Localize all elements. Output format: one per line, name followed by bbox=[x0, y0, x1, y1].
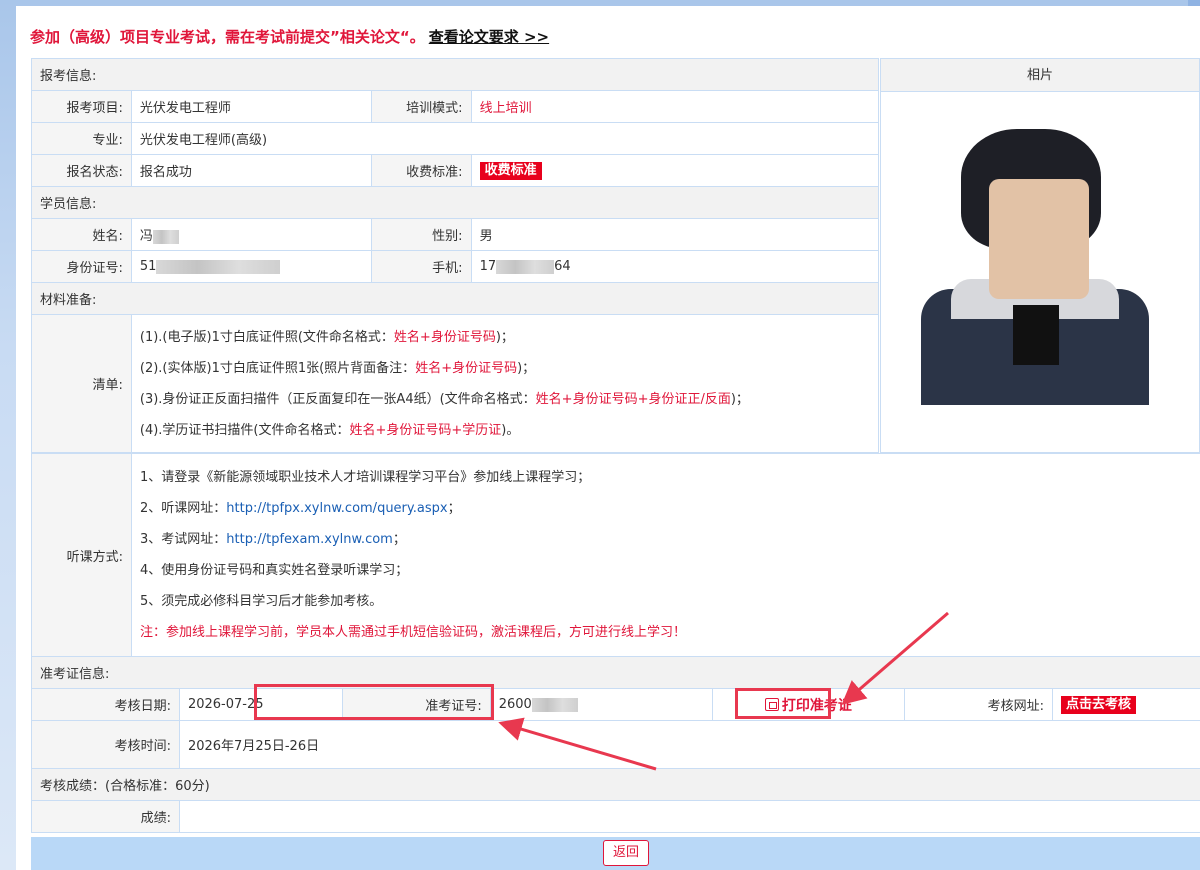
footer-bar: 返回 bbox=[31, 837, 1200, 870]
notice-text: 参加（高级）项目专业考试，需在考试前提交”相关论文“。 bbox=[30, 28, 425, 46]
exam-time-value: 2026年7月25日-26日 bbox=[178, 720, 1200, 769]
exam-ticket-table: 准考证信息: 考核日期: 2026-07-25 准考证号: 2600 打印准考证… bbox=[31, 656, 1200, 833]
id-value: 51 bbox=[139, 259, 157, 274]
fee-standard-button[interactable]: 收费标准 bbox=[479, 161, 542, 180]
status-value: 报名成功 bbox=[130, 154, 372, 187]
method-line-5: 5、须完成必修科目学习后才能参加考核。 bbox=[140, 594, 383, 609]
exam-section-title: 准考证信息: bbox=[31, 656, 1200, 689]
method-line-1: 1、请登录《新能源领域职业技术人才培训课程学习平台》参加线上课程学习； bbox=[140, 470, 591, 485]
ticket-number-cell: 2600 bbox=[489, 688, 713, 721]
student-photo bbox=[921, 119, 1149, 405]
project-value: 光伏发电工程师 bbox=[130, 90, 372, 123]
status-label: 报名状态: bbox=[31, 154, 132, 187]
name-cell: 冯 bbox=[130, 218, 372, 251]
materials-list-label: 清单: bbox=[31, 314, 132, 453]
material-item: (1).(电子版)1寸白底证件照(文件命名格式：姓名+身份证号码)； bbox=[139, 329, 514, 345]
phone-redaction bbox=[496, 259, 555, 274]
method-line-2: 2、听课网址：http://tpfpx.xylnw.com/query.aspx… bbox=[140, 501, 461, 516]
print-cell: 打印准考证 bbox=[711, 688, 906, 721]
name-value: 冯 bbox=[139, 229, 153, 244]
materials-section-title: 材料准备: bbox=[31, 282, 879, 315]
fee-label: 收费标准: bbox=[370, 154, 472, 187]
material-item: (3).身份证正反面扫描件（正反面复印在一张A4纸）(文件命名格式：姓名+身份证… bbox=[139, 391, 749, 407]
paper-requirements-link[interactable]: 查看论文要求 >> bbox=[429, 28, 549, 46]
score-value bbox=[178, 800, 1200, 833]
project-label: 报考项目: bbox=[31, 90, 132, 123]
id-redaction bbox=[156, 259, 281, 274]
material-item: (2).(实体版)1寸白底证件照1张(照片背面备注：姓名+身份证号码)； bbox=[139, 360, 536, 376]
exam-date-label: 考核日期: bbox=[31, 688, 180, 721]
score-label: 成绩: bbox=[31, 800, 180, 833]
ticket-number-label: 准考证号: bbox=[341, 688, 491, 721]
paper-notice: 参加（高级）项目专业考试，需在考试前提交”相关论文“。 查看论文要求 >> bbox=[30, 26, 549, 47]
exam-url-label: 考核网址: bbox=[904, 688, 1053, 721]
print-ticket-button[interactable]: 打印准考证 bbox=[764, 697, 852, 714]
exam-url-link[interactable]: http://tpfexam.xylnw.com bbox=[226, 532, 393, 547]
id-cell: 51 bbox=[130, 250, 372, 283]
material-item: (4).学历证书扫描件(文件命名格式：姓名+身份证号码+学历证)。 bbox=[139, 422, 520, 438]
mode-value: 线上培训 bbox=[470, 90, 880, 123]
back-button[interactable]: 返回 bbox=[603, 840, 649, 866]
phone-prefix: 17 bbox=[479, 259, 497, 274]
gender-value: 男 bbox=[470, 218, 880, 251]
phone-suffix: 64 bbox=[554, 259, 571, 274]
ticket-redaction bbox=[531, 697, 578, 712]
exam-date-value: 2026-07-25 bbox=[178, 688, 343, 721]
method-note: 注：参加线上课程学习前，学员本人需通过手机短信验证码，激活课程后，方可进行线上学… bbox=[140, 625, 687, 640]
major-label: 专业: bbox=[31, 122, 132, 155]
study-method-list: 1、请登录《新能源领域职业技术人才培训课程学习平台》参加线上课程学习； 2、听课… bbox=[131, 453, 1200, 657]
signup-section-title: 报考信息: bbox=[31, 58, 879, 91]
student-section-title: 学员信息: bbox=[31, 186, 879, 219]
method-line-4: 4、使用身份证号码和真实姓名登录听课学习； bbox=[140, 563, 409, 578]
printer-icon bbox=[764, 697, 779, 711]
ticket-number-value: 2600 bbox=[498, 697, 532, 712]
course-url-link[interactable]: http://tpfpx.xylnw.com/query.aspx bbox=[226, 501, 447, 516]
study-method-label: 听课方式: bbox=[31, 453, 132, 657]
go-to-exam-button[interactable]: 点击去考核 bbox=[1060, 695, 1136, 714]
study-method-table: 听课方式: 1、请登录《新能源领域职业技术人才培训课程学习平台》参加线上课程学习… bbox=[31, 453, 1200, 657]
materials-list: (1).(电子版)1寸白底证件照(文件命名格式：姓名+身份证号码)； (2).(… bbox=[130, 314, 880, 453]
fee-cell: 收费标准 bbox=[470, 154, 880, 187]
name-redaction bbox=[152, 229, 179, 244]
mode-label: 培训模式: bbox=[370, 90, 472, 123]
photo-header: 相片 bbox=[881, 59, 1199, 92]
phone-label: 手机: bbox=[370, 250, 472, 283]
exam-info-panel: 参加（高级）项目专业考试，需在考试前提交”相关论文“。 查看论文要求 >> 报考信… bbox=[16, 6, 1200, 870]
score-section-title: 考核成绩：(合格标准：60分) bbox=[31, 768, 1200, 801]
major-value: 光伏发电工程师(高级) bbox=[130, 122, 880, 155]
photo-panel: 相片 bbox=[880, 58, 1200, 453]
exam-time-label: 考核时间: bbox=[31, 720, 180, 769]
phone-cell: 17 64 bbox=[470, 250, 880, 283]
gender-label: 性别: bbox=[370, 218, 472, 251]
name-label: 姓名: bbox=[31, 218, 132, 251]
exam-url-cell: 点击去考核 bbox=[1051, 688, 1200, 721]
method-line-3: 3、考试网址：http://tpfexam.xylnw.com； bbox=[140, 532, 406, 547]
signup-info-table: 报考信息: 报考项目: 光伏发电工程师 培训模式: 线上培训 专业: 光伏发电工… bbox=[31, 58, 880, 453]
id-label: 身份证号: bbox=[31, 250, 132, 283]
